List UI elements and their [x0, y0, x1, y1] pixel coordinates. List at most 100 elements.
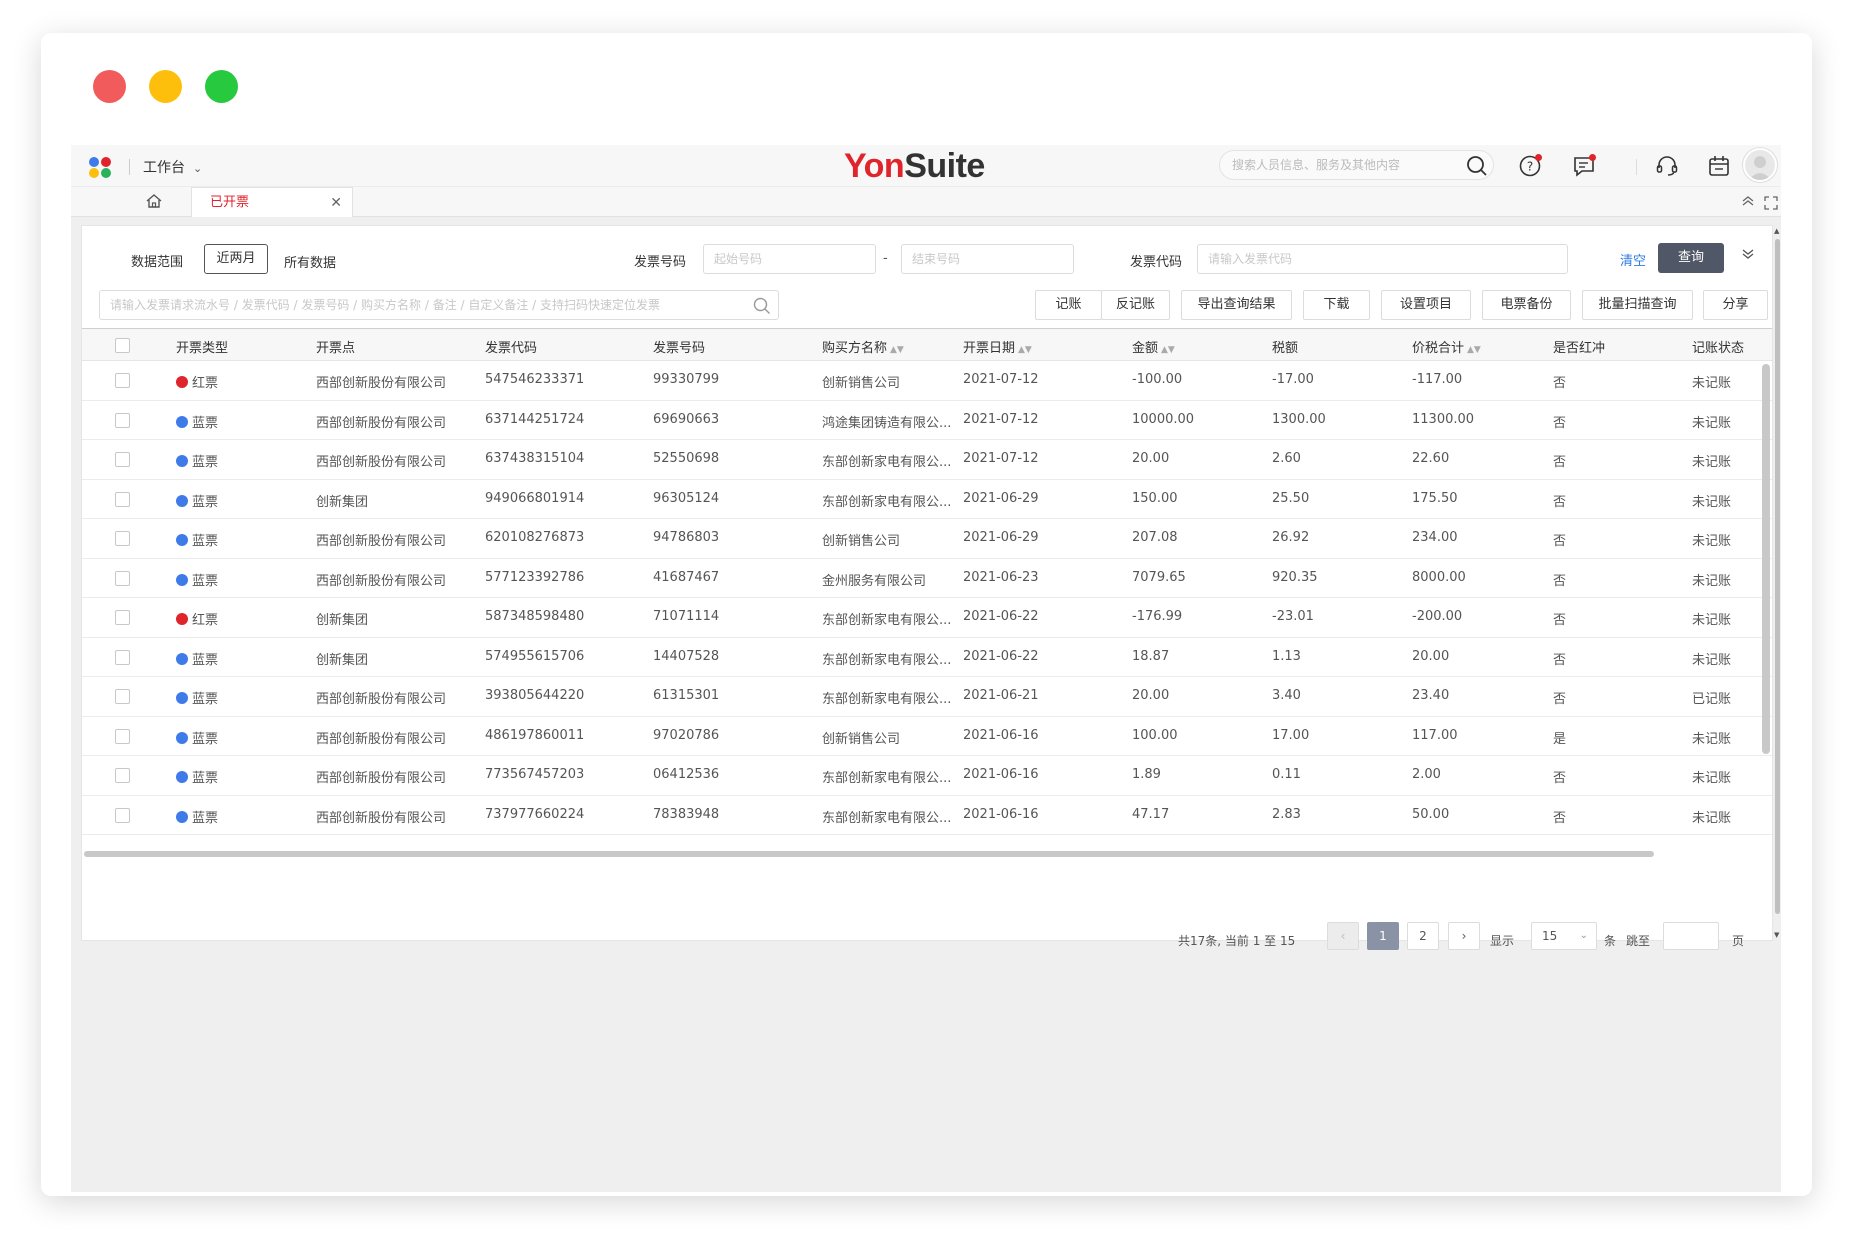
batch-scan-query-button[interactable]: 批量扫描查询 [1582, 290, 1693, 320]
sort-icon[interactable]: ▲▼ [1467, 345, 1481, 355]
export-results-button[interactable]: 导出查询结果 [1181, 290, 1292, 320]
row-checkbox[interactable] [115, 531, 130, 546]
table-row[interactable]: 蓝票 西部创新股份有限公司 773567457203 06412536 东部创新家电有限… [82, 756, 1772, 796]
tab-issued-invoices[interactable]: 已开票 ✕ [191, 187, 353, 217]
row-checkbox[interactable] [115, 412, 130, 428]
row-checkbox[interactable] [115, 491, 130, 507]
settings-button[interactable]: 设置项目 [1381, 290, 1471, 320]
invoice-type-label: 蓝票 [192, 652, 219, 668]
col-buyer-name[interactable]: 购买方名称 ▲▼ [822, 337, 904, 356]
cell-invoice-code: 486197860011 [485, 727, 585, 743]
col-issue-date-label: 开票日期 [963, 341, 1016, 356]
row-checkbox[interactable] [115, 452, 130, 467]
support-headset-icon[interactable] [1654, 153, 1680, 179]
close-window-button[interactable] [93, 70, 126, 103]
page-1-button[interactable]: 1 [1367, 922, 1399, 950]
invoice-number-end-input[interactable]: 结束号码 [901, 244, 1074, 274]
col-invoice-code[interactable]: 发票代码 [485, 337, 537, 356]
app-launcher-icon[interactable] [89, 157, 115, 179]
row-checkbox[interactable] [115, 728, 130, 744]
query-button[interactable]: 查询 [1658, 243, 1724, 273]
sort-icon[interactable]: ▲▼ [1161, 345, 1175, 355]
col-amount[interactable]: 金额 ▲▼ [1132, 337, 1175, 356]
cell-amount: -100.00 [1132, 372, 1183, 387]
expand-filters-icon[interactable] [1741, 248, 1755, 263]
sort-icon[interactable]: ▲▼ [1018, 345, 1032, 355]
e-invoice-backup-button[interactable]: 电票备份 [1482, 290, 1571, 320]
global-search-input[interactable]: 搜索人员信息、服务及其他内容 [1219, 150, 1494, 180]
cell-invoice-code: 587348598480 [485, 609, 585, 624]
share-button[interactable]: 分享 [1703, 290, 1768, 320]
fullscreen-icon[interactable] [1764, 195, 1778, 214]
search-icon[interactable] [753, 297, 771, 319]
row-checkbox[interactable] [115, 570, 130, 586]
message-icon[interactable] [1571, 153, 1597, 179]
table-row[interactable]: 红票 西部创新股份有限公司 547546233371 99330799 创新销售公司 20… [82, 361, 1772, 401]
sort-icon[interactable]: ▲▼ [890, 345, 904, 355]
maximize-window-button[interactable] [205, 70, 238, 103]
table-vertical-scrollbar[interactable] [1762, 364, 1770, 754]
invoice-code-input[interactable]: 请输入发票代码 [1197, 244, 1568, 274]
table-row[interactable]: 蓝票 西部创新股份有限公司 620108276873 94786803 创新销售公司 20… [82, 519, 1772, 559]
table-row[interactable]: 蓝票 创新集团 574955615706 14407528 东部创新家电有限公... 20… [82, 638, 1772, 677]
col-tax[interactable]: 税额 [1272, 337, 1298, 356]
unpost-button[interactable]: 反记账 [1101, 290, 1170, 320]
col-red-reversed[interactable]: 是否红冲 [1553, 337, 1605, 356]
cell-red-reversed: 否 [1553, 810, 1567, 826]
divider [129, 159, 130, 175]
table-row[interactable]: 蓝票 西部创新股份有限公司 737977660224 78383948 东部创新家电有限… [82, 796, 1772, 835]
cell-tax: 2.60 [1272, 451, 1301, 466]
table-row[interactable]: 蓝票 西部创新股份有限公司 393805644220 61315301 东部创新家电有限… [82, 677, 1772, 717]
row-checkbox[interactable] [115, 649, 130, 665]
collapse-header-icon[interactable] [1741, 195, 1755, 210]
select-all-checkbox[interactable] [115, 338, 130, 353]
download-button[interactable]: 下载 [1303, 290, 1370, 320]
search-icon[interactable] [1466, 155, 1488, 181]
calendar-icon[interactable] [1706, 153, 1732, 179]
help-icon[interactable]: ? [1517, 153, 1543, 179]
range-all-data-button[interactable]: 所有数据 [284, 252, 336, 271]
row-checkbox[interactable] [115, 373, 130, 388]
table-row[interactable]: 红票 创新集团 587348598480 71071114 东部创新家电有限公... 20… [82, 598, 1772, 638]
row-checkbox[interactable] [115, 768, 130, 783]
row-checkbox[interactable] [115, 610, 130, 625]
cell-tax: -23.01 [1272, 609, 1314, 624]
table-horizontal-scrollbar[interactable] [82, 849, 1772, 859]
minimize-window-button[interactable] [149, 70, 182, 103]
cell-buyer-name: 东部创新家电有限公... [822, 613, 952, 628]
range-two-months-button[interactable]: 近两月 [204, 244, 268, 274]
col-invoice-type[interactable]: 开票类型 [176, 337, 228, 356]
row-checkbox[interactable] [115, 689, 130, 704]
col-invoice-number[interactable]: 发票号码 [653, 337, 705, 356]
workspace-switcher[interactable]: 工作台 ⌄ [143, 157, 202, 177]
invoice-number-start-input[interactable]: 起始号码 [703, 244, 876, 274]
user-avatar[interactable] [1743, 148, 1777, 182]
cell-red-reversed: 否 [1553, 771, 1567, 786]
prev-page-button[interactable]: ‹ [1327, 922, 1359, 950]
table-row[interactable]: 蓝票 西部创新股份有限公司 637144251724 69690663 鸿途集团铸造有限… [82, 401, 1772, 440]
table-row[interactable]: 蓝票 创新集团 949066801914 96305124 东部创新家电有限公... 20… [82, 480, 1772, 519]
col-total[interactable]: 价税合计 ▲▼ [1412, 337, 1481, 356]
page-vertical-scrollbar[interactable]: ▲ ▼ [1774, 225, 1781, 941]
keyword-search-input[interactable]: 请输入发票请求流水号 / 发票代码 / 发票号码 / 购买方名称 / 备注 / … [99, 290, 779, 320]
col-issuing-point[interactable]: 开票点 [316, 337, 355, 356]
jump-page-input[interactable] [1663, 922, 1719, 950]
page-size-select[interactable]: 15 ⌄ [1531, 922, 1597, 950]
clear-button[interactable]: 清空 [1620, 250, 1646, 269]
close-icon[interactable]: ✕ [330, 188, 342, 218]
row-checkbox[interactable] [115, 807, 130, 823]
invoice-type-dot [176, 376, 188, 388]
cell-total: 2.00 [1412, 767, 1441, 782]
col-issue-date[interactable]: 开票日期 ▲▼ [963, 337, 1032, 356]
post-button[interactable]: 记账 [1035, 290, 1102, 320]
table-row[interactable]: 蓝票 西部创新股份有限公司 486197860011 97020786 创新销售公司 20… [82, 717, 1772, 756]
home-icon[interactable] [145, 193, 163, 213]
table-row[interactable]: 蓝票 西部创新股份有限公司 637438315104 52550698 东部创新家电有限… [82, 440, 1772, 480]
cell-issuing-point: 西部创新股份有限公司 [316, 534, 447, 549]
page-2-button[interactable]: 2 [1407, 922, 1439, 950]
table-row[interactable]: 蓝票 西部创新股份有限公司 577123392786 41687467 金州服务有限公司… [82, 559, 1772, 598]
cell-buyer-name: 东部创新家电有限公... [822, 652, 952, 668]
next-page-button[interactable]: › [1448, 922, 1480, 950]
col-posting-status[interactable]: 记账状态 [1692, 337, 1744, 356]
cell-issue-date: 2021-07-12 [963, 411, 1039, 427]
